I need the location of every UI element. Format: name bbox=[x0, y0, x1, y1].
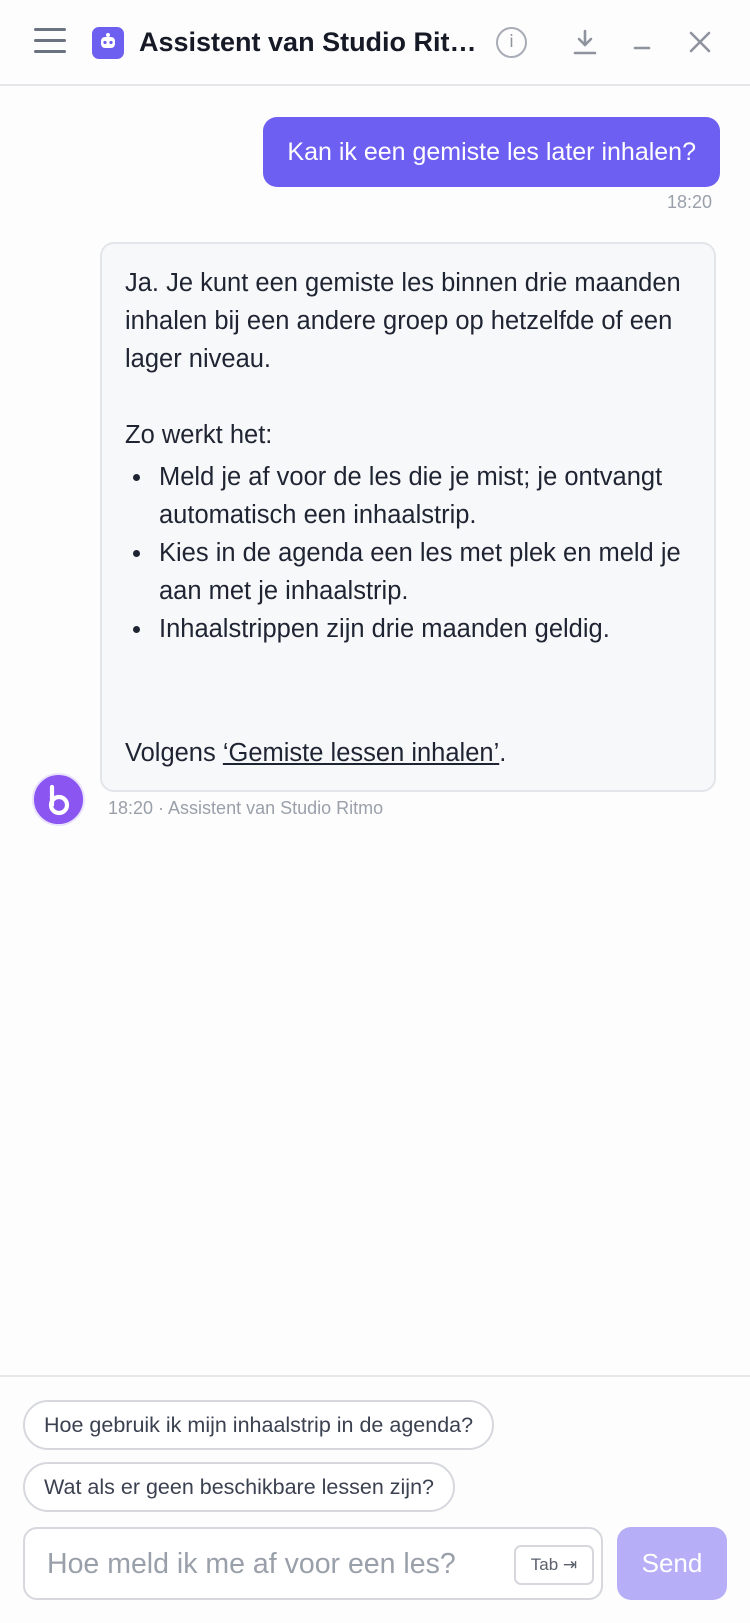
chat-header: Assistent van Studio Ritmo i bbox=[0, 0, 750, 86]
list-item: Inhaalstrippen zijn drie maanden geldig. bbox=[125, 610, 691, 648]
footer-divider bbox=[0, 1375, 750, 1377]
close-icon[interactable] bbox=[684, 26, 716, 58]
source-prefix: Volgens bbox=[125, 739, 223, 767]
assistant-avatar bbox=[32, 773, 85, 826]
chat-title: Assistent van Studio Ritmo bbox=[139, 27, 479, 57]
message-composer: Tab ⇥ bbox=[23, 1527, 603, 1600]
suggestion-chip[interactable]: Hoe gebruik ik mijn inhaalstrip in de ag… bbox=[23, 1400, 495, 1450]
steps-heading: Zo werkt het: bbox=[125, 421, 273, 449]
download-icon[interactable] bbox=[569, 26, 601, 58]
list-item: Kies in de agenda een les met plek en me… bbox=[125, 534, 691, 610]
source-suffix: . bbox=[499, 739, 507, 767]
user-message-time: 18:20 bbox=[666, 192, 712, 212]
assistant-intro-text: Ja. Je kunt een gemiste les binnen drie … bbox=[125, 269, 681, 373]
list-item: Meld je af voor de les die je mist; je o… bbox=[125, 458, 691, 534]
assistant-message-meta: 18:20 · Assistent van Studio Ritmo bbox=[108, 798, 384, 818]
minimize-icon[interactable] bbox=[626, 26, 658, 58]
user-message-bubble: Kan ik een gemiste les later inhalen? bbox=[263, 117, 720, 187]
message-input[interactable] bbox=[47, 1541, 487, 1587]
send-button[interactable]: Send bbox=[617, 1527, 727, 1600]
tab-autocomplete-hint: Tab ⇥ bbox=[514, 1545, 594, 1585]
info-icon[interactable]: i bbox=[496, 27, 527, 58]
hamburger-menu-icon[interactable] bbox=[34, 28, 66, 56]
steps-list: Meld je af voor de les die je mist; je o… bbox=[125, 458, 691, 648]
assistant-message-bubble: Ja. Je kunt een gemiste les binnen drie … bbox=[100, 242, 716, 792]
source-line: Volgens ‘Gemiste lessen inhalen’. bbox=[125, 734, 506, 772]
source-link[interactable]: ‘Gemiste lessen inhalen’ bbox=[223, 739, 499, 767]
suggestion-chip[interactable]: Wat als er geen beschikbare lessen zijn? bbox=[23, 1462, 455, 1512]
bot-icon bbox=[92, 27, 124, 59]
